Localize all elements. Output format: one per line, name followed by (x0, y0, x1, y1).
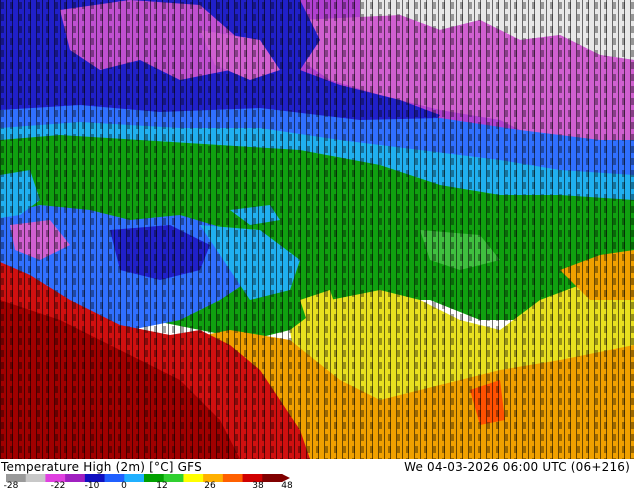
legend-swatch (262, 474, 283, 482)
map-footer: Temperature High (2m) [°C] GFS We 04-03-… (0, 459, 634, 491)
temperature-map (0, 0, 634, 459)
valid-time: We 04-03-2026 06:00 UTC (06+216) (404, 460, 630, 474)
legend-swatch (222, 474, 244, 482)
legend-swatch (65, 474, 86, 482)
legend-swatch (183, 474, 204, 482)
legend-swatch (124, 474, 145, 482)
color-legend (6, 474, 290, 482)
contour-labels-overlay (0, 0, 634, 459)
map-title: Temperature High (2m) [°C] GFS (1, 460, 202, 474)
legend-swatch (25, 474, 46, 482)
map-canvas (0, 0, 634, 459)
